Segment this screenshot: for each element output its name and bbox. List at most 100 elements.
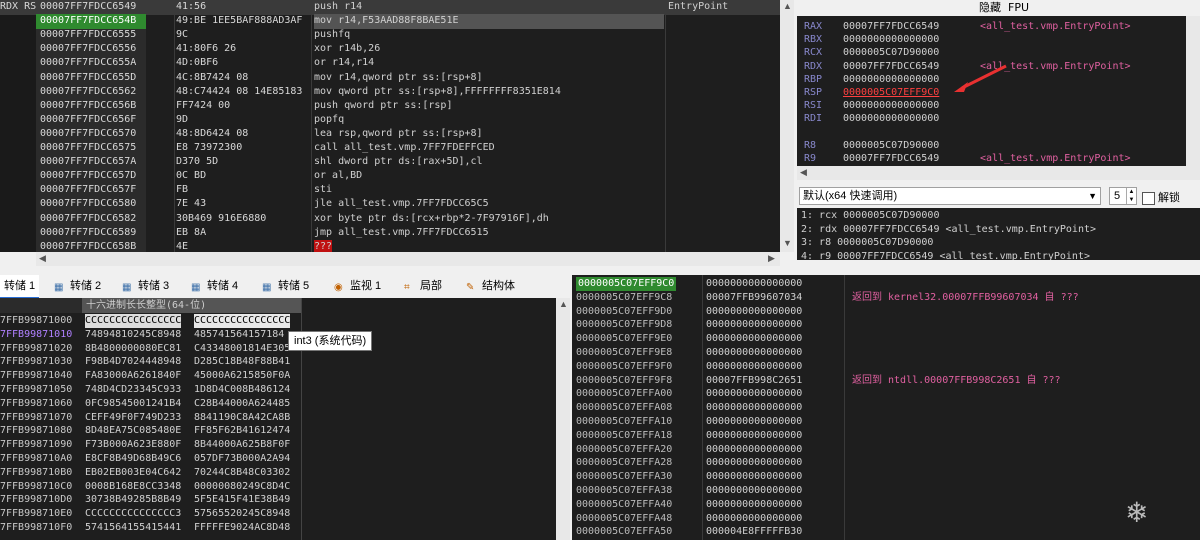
dump-vscroll[interactable]: ▲ (556, 298, 570, 540)
stack-value[interactable]: 0000000000000000 (706, 470, 802, 484)
dump-value[interactable]: CCCCCCCCCCCCCCC3 (85, 507, 181, 521)
spinner-arrows-icon[interactable]: ▲ ▼ (1126, 188, 1136, 204)
dump-value[interactable]: D285C18B48F88B41 (194, 355, 290, 369)
stack-value[interactable]: 0000000000000000 (706, 415, 802, 429)
dump-value[interactable]: 8841190C8A42CA8B (194, 411, 290, 425)
dump-value[interactable]: 748D4CD23345C933 (85, 383, 181, 397)
dump-value[interactable]: EB02EB003E04C642 (85, 466, 181, 480)
register-value[interactable]: 0000005C07D90000 (843, 46, 939, 59)
disasm-row[interactable]: 00007FF7FDCC6562 48:C74424 08 14E85183 mov… (0, 85, 780, 100)
disasm-row[interactable]: 00007FF7FDCC6555 9C pushfq (0, 28, 780, 43)
disassembly-hscroll[interactable]: ◀ ▶ (36, 252, 780, 266)
stack-value[interactable]: 0000000000000000 (706, 318, 802, 332)
register-value[interactable]: 0000000000000000 (843, 99, 939, 112)
dump-value[interactable]: F73B000A623E880F (85, 438, 181, 452)
scroll-up-icon[interactable]: ▲ (783, 1, 792, 11)
stack-value[interactable]: 0000000000000000 (706, 401, 802, 415)
disasm-row[interactable]: 00007FF7FDCC6556 41:80F6 26 xor r14b,26 (0, 42, 780, 57)
dump-value[interactable]: F98B4D7024448948 (85, 355, 181, 369)
disasm-row[interactable]: 00007FF7FDCC6582 30B469 916E6880 xor byte … (0, 212, 780, 227)
stack-value[interactable]: 0000000000000000 (706, 360, 802, 374)
disassembly-vscroll[interactable]: ▲ ▼ (780, 0, 794, 252)
registers-vscroll[interactable] (1186, 16, 1200, 180)
tab-4[interactable]: ▦ 转储 4 (187, 275, 242, 297)
hide-fpu-button[interactable]: 隐藏 (979, 0, 1001, 16)
stack-value[interactable]: 0000000000000000 (706, 498, 802, 512)
register-value[interactable]: 00007FF7FDCC6549 (843, 20, 939, 33)
dump-value[interactable]: 74894810245C8948 (85, 328, 181, 342)
disasm-row[interactable]: 00007FF7FDCC656F 9D popfq (0, 113, 780, 128)
disasm-row[interactable]: 00007FF7FDCC657A D370 5D shl dword ptr ds:… (0, 155, 780, 170)
disasm-row[interactable]: 00007FF7FDCC655A 4D:0BF6 or r14,r14 (0, 56, 780, 71)
dump-value[interactable]: 30738B49285B8B49 (85, 493, 181, 507)
dump-pane[interactable]: 十六进制长长整型(64-位) 7FFB99871000 CCCCCCCCCCCCC… (0, 298, 556, 540)
stack-value[interactable]: 0000000000000000 (706, 484, 802, 498)
disasm-row[interactable]: 00007FF7FDCC657D 0C BD or al,BD (0, 169, 780, 184)
arg-count-spinner[interactable]: 5 ▲ ▼ (1109, 187, 1137, 205)
disasm-row[interactable]: 00007FF7FDCC657F FB sti (0, 183, 780, 198)
stack-value[interactable]: 0000000000000000 (706, 429, 802, 443)
register-value[interactable]: 00007FF7FDCC6549 (843, 152, 939, 165)
stack-value[interactable]: 0000000000000000 (706, 456, 802, 470)
stack-value[interactable]: 0000000000000000 (706, 277, 802, 291)
dump-value[interactable]: 1D8D4C008B486124 (194, 383, 290, 397)
argument-row[interactable]: 2: rdx 00007FF7FDCC6549 <all_test.vmp.En… (801, 223, 1096, 236)
dump-value[interactable]: C43348001814E305 (194, 342, 290, 356)
dump-value[interactable]: 45000A6215850F0A (194, 369, 290, 383)
checkbox-icon[interactable] (1142, 191, 1155, 205)
register-value[interactable]: 0000005C07D90000 (843, 139, 939, 152)
dump-value[interactable]: FF85F62B41612474 (194, 424, 290, 438)
dump-value[interactable]: 0FC98545001241B4 (85, 397, 181, 411)
disasm-row[interactable]: 00007FF7FDCC656B FF7424 00 push qword ptr … (0, 99, 780, 114)
dump-value[interactable]: FFFFFE9024AC8D48 (194, 521, 290, 535)
disasm-row[interactable]: 00007FF7FDCC654B 49:BE 1EE5BAF888AD3AF mov… (0, 14, 780, 29)
dump-value[interactable]: E8CF8B49D68B49C6 (85, 452, 181, 466)
dump-value[interactable]: CCCCCCCCCCCCCCCC (85, 314, 182, 328)
stack-value[interactable]: 0000000000000000 (706, 512, 802, 526)
disassembly-pane[interactable]: RDX RS 00007FF7FDCC6549 41:56 push r14 Entry… (0, 0, 780, 252)
dump-value[interactable]: CCCCCCCCCCCCCCCC (194, 314, 291, 328)
scroll-down-icon[interactable]: ▼ (783, 238, 792, 248)
dump-value[interactable]: 485741564157184 (194, 328, 284, 342)
register-value[interactable]: 0000000000000000 (843, 73, 939, 86)
arguments-list[interactable]: 1: rcx 0000005C07D90000 2: rdx 00007FF7FD… (797, 208, 1200, 260)
stack-value[interactable]: 0000000000000000 (706, 346, 802, 360)
dump-value[interactable]: 5F5E415F41E38B49 (194, 493, 290, 507)
stack-value[interactable]: 00007FFB99607034 (706, 291, 802, 305)
stack-value[interactable]: 0000000000000000 (706, 332, 802, 346)
argument-row[interactable]: 4: r9 00007FF7FDCC6549 <all_test.vmp.Ent… (801, 250, 1090, 261)
dump-value[interactable]: 5741564155415441 (85, 521, 181, 535)
tab-7[interactable]: ⌗ 局部 (400, 275, 446, 297)
dump-value[interactable]: 8D48EA75C085480E (85, 424, 181, 438)
dump-value[interactable]: 70244C8B48C03302 (194, 466, 290, 480)
chevron-down-icon[interactable]: ▼ (1088, 188, 1097, 204)
disasm-row[interactable]: 00007FF7FDCC6589 EB 8A jmp all_test.vmp.7F… (0, 226, 780, 241)
scroll-left-icon[interactable]: ◀ (39, 253, 46, 264)
dump-value[interactable]: 0008B168E8CC3348 (85, 480, 181, 494)
register-value[interactable]: 0000000000000000 (843, 112, 939, 125)
disasm-row[interactable]: 00007FF7FDCC6580 7E 43 jle all_test.vmp.7F… (0, 197, 780, 212)
stack-value[interactable]: 0000000000000000 (706, 443, 802, 457)
stack-value[interactable]: 0000000000000000 (706, 305, 802, 319)
register-value[interactable]: 0000000000000000 (843, 33, 939, 46)
argument-row[interactable]: 3: r8 0000005C07D90000 (801, 236, 933, 249)
dump-value[interactable]: 8B44000A625B8F0F (194, 438, 290, 452)
disasm-row[interactable]: RDX RS 00007FF7FDCC6549 41:56 push r14 Entry… (0, 0, 780, 15)
stack-value[interactable]: 00007FFB998C2651 (706, 374, 802, 388)
dump-value[interactable]: 057DF73B000A2A94 (194, 452, 290, 466)
tab-1[interactable]: 转储 1 (0, 275, 40, 299)
stack-value[interactable]: 000004E8FFFFFB30 (706, 525, 802, 539)
argument-row[interactable]: 1: rcx 0000005C07D90000 (801, 209, 939, 222)
tab-3[interactable]: ▦ 转储 3 (118, 275, 173, 297)
calling-convention-select[interactable]: 默认(x64 快速调用) ▼ (799, 187, 1101, 205)
disasm-row[interactable]: 00007FF7FDCC658B 4E??? (0, 239, 780, 252)
register-value[interactable]: 00007FF7FDCC6549 (843, 60, 939, 73)
dump-value[interactable]: CEFF49F0F749D233 (85, 411, 181, 425)
disasm-row[interactable]: 00007FF7FDCC655D 4C:8B7424 08 mov r14,qwor… (0, 71, 780, 86)
tab-5[interactable]: ▦ 转储 5 (258, 275, 313, 297)
dump-value[interactable]: FA83000A6261840F (85, 369, 181, 383)
unlock-checkbox[interactable]: 解锁 (1142, 189, 1180, 205)
disasm-row[interactable]: 00007FF7FDCC6575 E8 73972300 call all_test… (0, 141, 780, 156)
scroll-up-icon[interactable]: ▲ (559, 299, 568, 309)
stack-pane[interactable]: 0000005C07EFF9C0 0000000000000000 0000005C… (572, 275, 1200, 540)
